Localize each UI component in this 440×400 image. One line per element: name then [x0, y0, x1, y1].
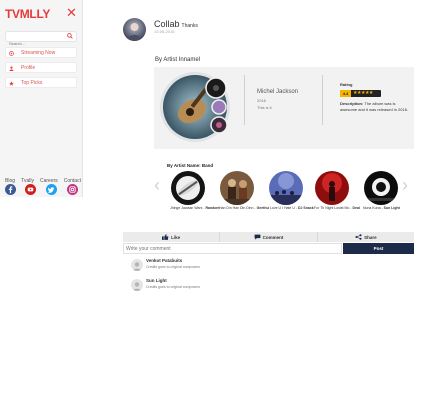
band-image: [220, 171, 254, 205]
band-caption-title: I Love U I Hate U -: [268, 206, 297, 210]
user-icon: [9, 66, 14, 71]
band-image: [269, 171, 303, 205]
star-icon: [9, 81, 14, 86]
share-icon: [355, 234, 362, 240]
avatar[interactable]: [123, 18, 146, 41]
album-note: This is it: [257, 105, 272, 110]
sidebar-item-label: Top Picks: [21, 80, 43, 86]
logo-text: TVMLLY: [5, 7, 51, 21]
thumbs-up-icon: [162, 234, 169, 240]
instagram-icon[interactable]: [67, 184, 78, 195]
rating-stars-icon: ★★★★★: [353, 90, 373, 96]
band-caption-title: For Th Night Losist Mo -: [314, 206, 352, 210]
band-caption-artist: DJ Snack: [297, 206, 314, 210]
band-caption: I Love U I Hate U - DJ Snack: [268, 206, 314, 210]
twitter-icon[interactable]: [46, 184, 57, 195]
band-caption-artist: Sun Light: [383, 206, 400, 210]
comment-button[interactable]: Comment: [220, 232, 318, 242]
band-caption-title: Han Din Han Din Dinn -: [219, 206, 256, 210]
divider: [322, 75, 323, 125]
album-description: Description: The album was is awesome an…: [340, 101, 410, 112]
comment-text: Credits goes to original composers: [146, 285, 200, 289]
rating-badge: 4.4 ★★★★★: [340, 90, 381, 97]
carousel-prev-icon[interactable]: ‹: [154, 176, 160, 194]
band-caption-artist: Geethu: [256, 206, 269, 210]
band-image: [171, 171, 205, 205]
search-icon[interactable]: [67, 33, 73, 39]
section-title-artist: By Artist Innamel: [155, 57, 201, 63]
band-image: [364, 171, 398, 205]
band-caption: Jhinge Jawaan Wars - Random: [170, 206, 219, 210]
like-button[interactable]: Like: [123, 232, 221, 242]
band-card[interactable]: Nuna Kuna - Sun Light: [363, 171, 400, 210]
sidebar-panel: TVMLLY ✕ Streaming Now Profile: [0, 0, 83, 197]
sidebar-item-label: Profile: [21, 65, 36, 71]
profile-subtitle: Thanks: [181, 23, 198, 29]
band-card[interactable]: Jhinge Jawaan Wars - Random: [170, 171, 219, 210]
profile-name: Collab Thanks: [154, 19, 198, 29]
like-label: Like: [171, 234, 181, 240]
share-button[interactable]: Share: [318, 232, 414, 242]
facebook-icon[interactable]: [5, 184, 16, 195]
youtube-icon[interactable]: [25, 184, 36, 195]
comment-input[interactable]: [123, 243, 342, 254]
avatar[interactable]: [131, 259, 143, 271]
band-card[interactable]: Han Din Han Din Dinn - Geethu: [219, 171, 269, 210]
album-artist-name: Michel Jackson: [257, 89, 299, 95]
comment-label: Comment: [262, 234, 284, 240]
sidebar-item-label: Streaming Now: [21, 50, 56, 56]
band-caption-artist: Deal: [352, 206, 360, 210]
album-info-card: Michel Jackson 2016 This is it Rating 4.…: [154, 67, 414, 149]
profile-name-text: Collab: [154, 19, 180, 29]
sidebar-item-streaming-now[interactable]: Streaming Now: [5, 47, 77, 58]
sidebar-item-top-picks[interactable]: Top Picks: [5, 77, 77, 88]
main-content: Collab Thanks 10-06-2016 By Artist Inname…: [83, 0, 440, 400]
profile-date: 10-06-2016: [154, 29, 175, 34]
album-art[interactable]: [159, 71, 231, 143]
search-box: [5, 31, 77, 48]
post-button[interactable]: Post: [343, 243, 414, 254]
comment-author[interactable]: Venkot Patabuits: [146, 258, 182, 263]
carousel-next-icon[interactable]: ›: [402, 176, 408, 194]
band-image: [315, 171, 349, 205]
sidebar: TVMLLY ✕ Streaming Now Profile: [0, 0, 83, 400]
band-section-title: By Artist Name: Band: [167, 163, 214, 168]
rating-label: Rating: [340, 82, 353, 87]
comment-icon: [254, 234, 261, 240]
band-caption-artist: Random: [205, 206, 220, 210]
band-caption-title: Jhinge Jawaan Wars -: [170, 206, 205, 210]
share-label: Share: [364, 234, 377, 240]
avatar[interactable]: [131, 279, 143, 291]
band-card[interactable]: I Love U I Hate U - DJ Snack: [268, 171, 314, 210]
comment-author[interactable]: Sun Light: [146, 278, 167, 283]
app-logo[interactable]: TVMLLY: [5, 5, 61, 25]
rating-value: 4.4: [340, 90, 351, 97]
band-caption-title: Nuna Kuna -: [363, 206, 383, 210]
description-label: Description:: [340, 101, 364, 106]
band-caption: Han Din Han Din Dinn - Geethu: [219, 206, 269, 210]
action-bar: Like Comment Share: [123, 232, 414, 242]
band-caption: Nuna Kuna - Sun Light: [363, 206, 400, 210]
album-year: 2016: [257, 98, 266, 103]
divider: [244, 75, 245, 125]
comment-text: Credits goes to original composers: [146, 265, 200, 269]
radio-icon: [9, 51, 14, 56]
sidebar-item-profile[interactable]: Profile: [5, 62, 77, 73]
band-card[interactable]: For Th Night Losist Mo - Deal: [314, 171, 360, 210]
close-icon[interactable]: ✕: [66, 6, 77, 19]
band-caption: For Th Night Losist Mo - Deal: [314, 206, 360, 210]
